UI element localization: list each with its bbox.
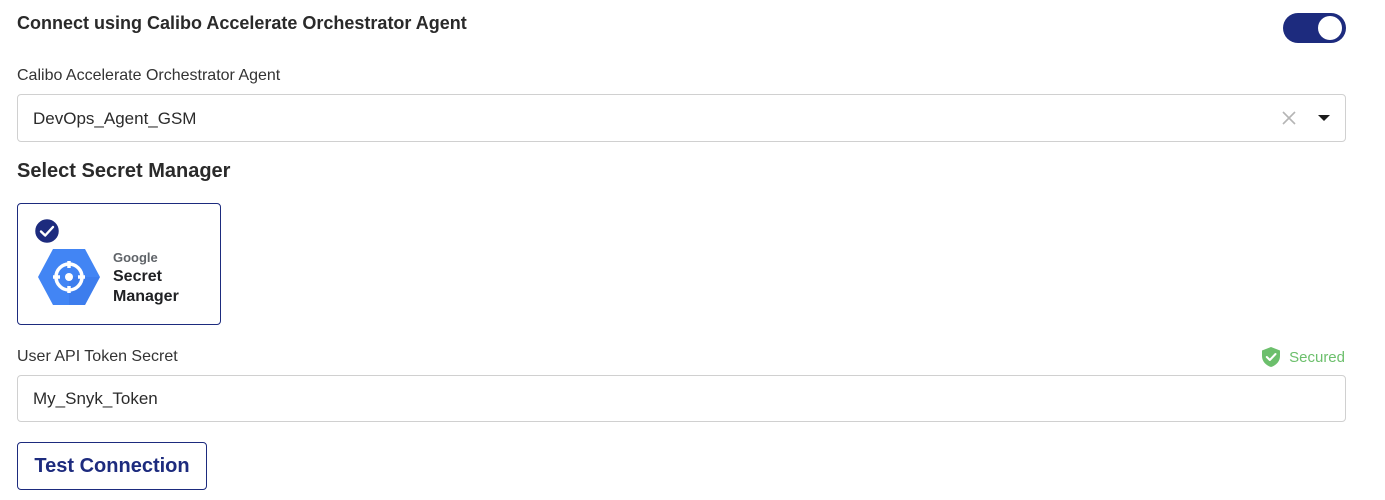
agent-select[interactable]: DevOps_Agent_GSM (17, 94, 1346, 142)
google-secret-manager-card[interactable]: Google Secret Manager (17, 203, 221, 325)
brand-name: Secret Manager (113, 267, 213, 307)
clear-icon[interactable] (1279, 108, 1299, 128)
connect-agent-title: Connect using Calibo Accelerate Orchestr… (17, 13, 467, 33)
caret-down-icon[interactable] (1317, 113, 1331, 123)
check-circle-icon (33, 217, 61, 245)
test-connection-button[interactable]: Test Connection (17, 442, 207, 490)
token-secret-input[interactable] (17, 375, 1346, 422)
secured-label: Secured (1289, 348, 1345, 366)
brand-name-line2: Manager (113, 288, 179, 305)
brand-prefix: Google (113, 250, 158, 265)
toggle-knob (1318, 16, 1342, 40)
token-field-label: User API Token Secret (17, 348, 178, 365)
agent-field-label: Calibo Accelerate Orchestrator Agent (17, 67, 281, 84)
secret-manager-section-title: Select Secret Manager (17, 160, 231, 182)
google-secret-manager-logo (38, 249, 100, 305)
secured-status: Secured (1261, 346, 1345, 368)
connect-agent-toggle[interactable] (1283, 13, 1346, 43)
agent-select-value: DevOps_Agent_GSM (33, 109, 197, 128)
shield-check-icon (1262, 347, 1281, 367)
brand-name-line1: Secret (113, 268, 162, 285)
